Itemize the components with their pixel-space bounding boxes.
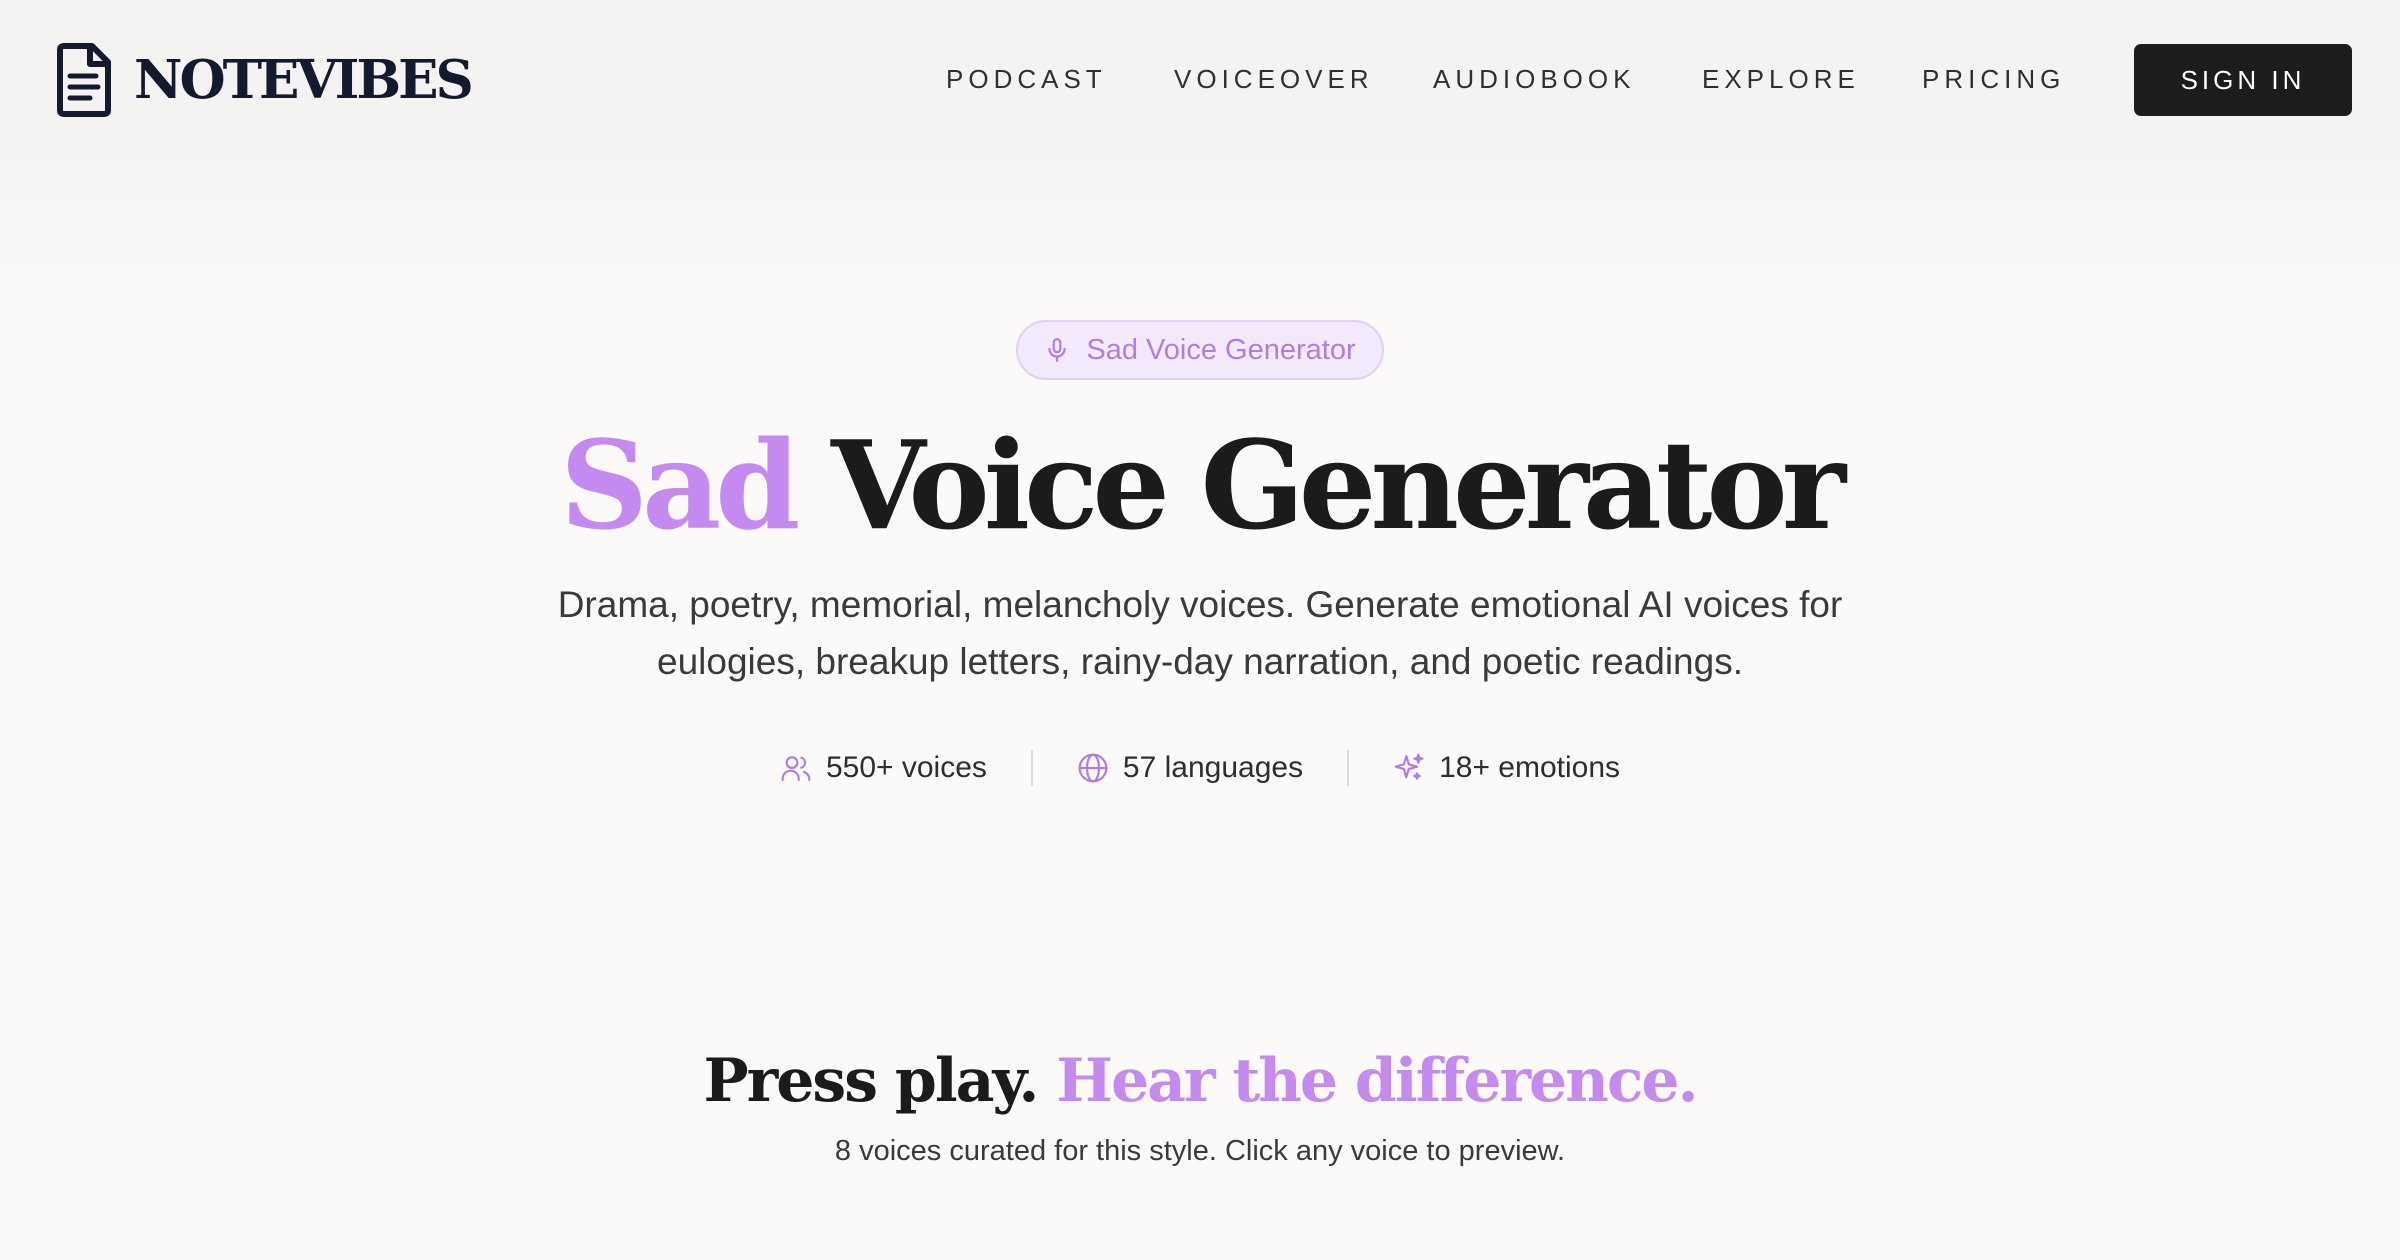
title-rest: Voice Generator — [830, 413, 1846, 557]
section-title-accent: Hear the difference. — [1056, 1046, 1698, 1116]
stat-voices: 550+ voices — [780, 740, 987, 796]
nav-explore[interactable]: EXPLORE — [1702, 62, 1860, 96]
section-title: Press play. Hear the difference. — [0, 1036, 2400, 1126]
nav-voiceover[interactable]: VOICEOVER — [1174, 62, 1374, 96]
category-badge: Sad Voice Generator — [1016, 320, 1384, 380]
nav-podcast[interactable]: PODCAST — [946, 62, 1107, 96]
section-title-plain: Press play. — [703, 1046, 1040, 1116]
nav-pricing[interactable]: PRICING — [1922, 62, 2065, 96]
page-title: Sad Voice Generator — [0, 405, 2400, 565]
page: NOTEVIBES PODCAST VOICEOVER AUDIOBOOK EX… — [0, 0, 2400, 1260]
globe-icon — [1078, 753, 1108, 783]
stats-row: 550+ voices 57 languages 18+ emotions — [0, 740, 2400, 796]
brand-logo[interactable]: NOTEVIBES — [54, 40, 474, 120]
document-icon — [57, 43, 111, 117]
sparkles-icon — [1394, 753, 1424, 780]
stat-emotions: 18+ emotions — [1393, 740, 1620, 796]
section-subtitle: 8 voices curated for this style. Click a… — [834, 1135, 1566, 1167]
stat-divider — [1347, 750, 1350, 786]
nav-audiobook[interactable]: AUDIOBOOK — [1433, 62, 1635, 96]
sign-in-button[interactable]: SIGN IN — [2134, 44, 2352, 116]
hero-subtitle: Drama, poetry, memorial, melancholy voic… — [557, 584, 1843, 682]
site-header: NOTEVIBES PODCAST VOICEOVER AUDIOBOOK EX… — [0, 0, 2400, 160]
brand-name: NOTEVIBES — [134, 49, 474, 111]
stat-divider — [1030, 750, 1033, 786]
microphone-icon — [1048, 338, 1067, 362]
stat-voices-label: 550+ voices — [825, 751, 987, 784]
stat-languages-label: 57 languages — [1122, 751, 1304, 784]
badge-label: Sad Voice Generator — [1086, 333, 1356, 366]
stat-emotions-label: 18+ emotions — [1439, 751, 1621, 784]
stat-languages: 57 languages — [1077, 740, 1303, 796]
users-icon — [781, 756, 811, 782]
title-accent: Sad — [560, 413, 800, 557]
